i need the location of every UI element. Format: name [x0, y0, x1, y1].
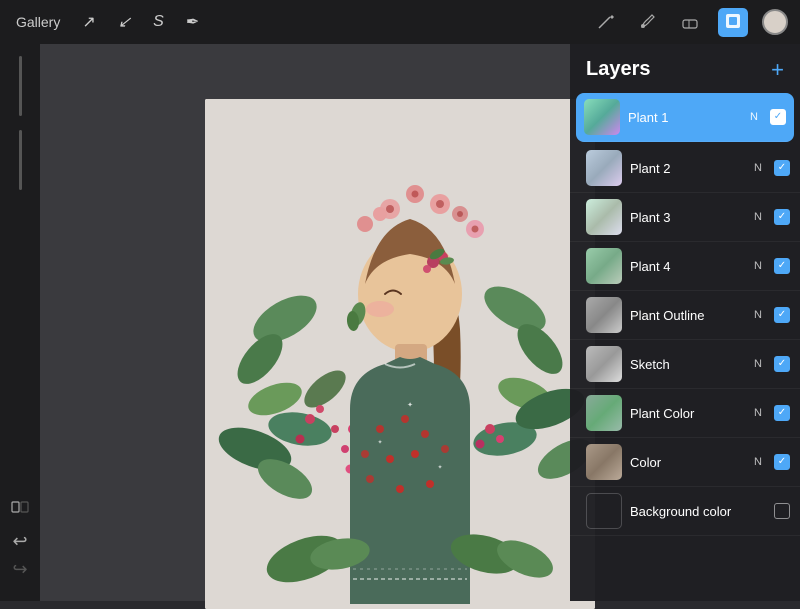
undo-button[interactable]: ↩: [6, 527, 34, 555]
toolbar-right: [592, 7, 788, 38]
redo-button[interactable]: ↪: [6, 555, 34, 583]
layer-checkbox-plant1[interactable]: [770, 109, 786, 125]
layer-mode-plantcolor: N: [754, 407, 762, 419]
layer-checkbox-outline[interactable]: [774, 307, 790, 323]
svg-text:✦: ✦: [407, 401, 413, 409]
layers-header: Layers +: [570, 44, 800, 91]
layer-checkbox-plant2[interactable]: [774, 160, 790, 176]
toolbar: Gallery ↗ ↙ S ✒: [0, 0, 800, 44]
layer-name-color: Color: [630, 455, 746, 470]
flip-icon: [10, 497, 30, 517]
transform-tool-button[interactable]: S: [149, 9, 168, 35]
layer-thumbnail-plant1: [584, 99, 620, 135]
layer-thumbnail-plant3: [586, 199, 622, 235]
layers-panel-title: Layers: [586, 58, 651, 81]
layer-checkbox-bg[interactable]: [774, 503, 790, 519]
layers-list: Plant 1NPlant 2NPlant 3NPlant 4NPlant Ou…: [570, 91, 800, 601]
layer-thumbnail-outline: [586, 297, 622, 333]
flip-horizontal-button[interactable]: [6, 493, 34, 521]
layer-mode-outline: N: [754, 309, 762, 321]
draw-mode-button[interactable]: ✒: [182, 8, 203, 36]
layer-checkbox-plant3[interactable]: [774, 209, 790, 225]
add-layer-button[interactable]: +: [771, 59, 784, 81]
pen-icon: [596, 11, 616, 31]
layer-checkbox-color[interactable]: [774, 454, 790, 470]
layer-item-plant1[interactable]: Plant 1 N: [576, 93, 794, 142]
layer-mode-color: N: [754, 456, 762, 468]
layer-item-plant2[interactable]: Plant 2 N: [570, 144, 800, 193]
layer-mode-plant3: N: [754, 211, 762, 223]
eraser-icon: [680, 11, 700, 31]
layer-mode-plant4: N: [754, 260, 762, 272]
size-slider[interactable]: [19, 130, 22, 190]
layer-mode-sketch: N: [754, 358, 762, 370]
layer-item-color[interactable]: Color N: [570, 438, 800, 487]
layer-item-plant4[interactable]: Plant 4 N: [570, 242, 800, 291]
svg-text:✦: ✦: [377, 439, 382, 446]
modify-tool-button[interactable]: ↗: [78, 8, 99, 36]
layer-mode-plant1: N: [750, 111, 758, 123]
layer-thumbnail-plantcolor: [586, 395, 622, 431]
brush-icon: [638, 11, 658, 31]
gallery-button[interactable]: Gallery: [12, 10, 64, 34]
left-toolbar: ↩ ↪: [0, 44, 40, 601]
layer-thumbnail-bg: [586, 493, 622, 529]
toolbar-left: Gallery ↗ ↙ S ✒: [12, 8, 203, 36]
layer-name-outline: Plant Outline: [630, 308, 746, 323]
layer-item-plantcolor[interactable]: Plant Color N: [570, 389, 800, 438]
layer-item-plant3[interactable]: Plant 3 N: [570, 193, 800, 242]
artwork-canvas[interactable]: ✦ ✦ ✦: [205, 99, 595, 609]
layer-thumbnail-plant2: [586, 150, 622, 186]
layer-name-plant4: Plant 4: [630, 259, 746, 274]
layer-name-plantcolor: Plant Color: [630, 406, 746, 421]
layer-item-bg[interactable]: Background color: [570, 487, 800, 536]
color-picker-button[interactable]: [762, 9, 788, 35]
layer-thumbnail-sketch: [586, 346, 622, 382]
layer-checkbox-plant4[interactable]: [774, 258, 790, 274]
svg-text:✦: ✦: [437, 464, 442, 471]
layer-name-sketch: Sketch: [630, 357, 746, 372]
pen-tool-button[interactable]: [592, 7, 620, 38]
layer-name-plant1: Plant 1: [628, 110, 742, 125]
layers-icon: [723, 11, 743, 31]
layer-thumbnail-color: [586, 444, 622, 480]
layer-item-outline[interactable]: Plant Outline N: [570, 291, 800, 340]
artwork-svg: ✦ ✦ ✦: [205, 99, 595, 609]
layer-checkbox-plantcolor[interactable]: [774, 405, 790, 421]
layers-panel: Layers + Plant 1NPlant 2NPlant 3NPlant 4…: [570, 44, 800, 601]
brush-tool-button[interactable]: [634, 7, 662, 38]
layer-checkbox-sketch[interactable]: [774, 356, 790, 372]
layer-item-sketch[interactable]: Sketch N: [570, 340, 800, 389]
layer-mode-plant2: N: [754, 162, 762, 174]
opacity-slider[interactable]: [19, 56, 22, 116]
selection-tool-button[interactable]: ↙: [114, 8, 135, 36]
layers-toggle-button[interactable]: [718, 8, 748, 37]
layer-name-plant3: Plant 3: [630, 210, 746, 225]
layer-name-plant2: Plant 2: [630, 161, 746, 176]
layer-thumbnail-plant4: [586, 248, 622, 284]
eraser-tool-button[interactable]: [676, 7, 704, 38]
layer-name-bg: Background color: [630, 504, 766, 519]
